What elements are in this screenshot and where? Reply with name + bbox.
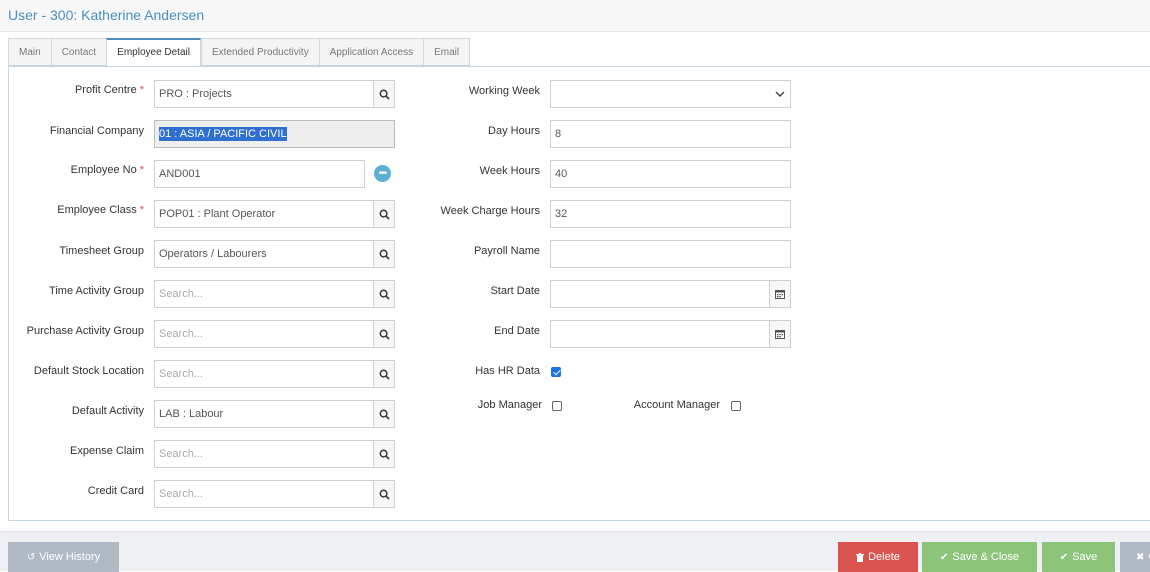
employee-class-field[interactable]: POP01 : Plant Operator	[154, 200, 395, 228]
week-hours-label: Week Hours	[479, 165, 540, 177]
timesheet-group-lookup-button[interactable]	[373, 241, 394, 267]
tab-extended-productivity[interactable]: Extended Productivity	[200, 38, 319, 66]
trash-icon	[856, 552, 865, 562]
timesheet-group-field[interactable]: Operators / Labourers	[154, 240, 395, 268]
tab-bar: Main Contact Employee Detail Extended Pr…	[8, 38, 471, 67]
job-manager-label: Job Manager	[477, 399, 542, 411]
checkmark-icon: ✔	[939, 551, 949, 563]
title-bar: User - 300: Katherine Andersen	[0, 0, 1150, 32]
default-stock-location-label: Default Stock Location	[33, 365, 144, 377]
purchase-activity-group-label: Purchase Activity Group	[26, 325, 144, 337]
expense-claim-label: Expense Claim	[70, 445, 144, 457]
working-week-label: Working Week	[468, 85, 540, 97]
end-date-label: End Date	[494, 325, 540, 337]
week-hours-field[interactable]: 40	[550, 160, 791, 188]
save-and-close-button[interactable]: ✔ Save & Close	[922, 542, 1037, 572]
search-icon	[379, 369, 390, 380]
default-stock-location-lookup-button[interactable]	[373, 361, 394, 387]
tab-main[interactable]: Main	[8, 38, 51, 66]
history-icon: ↺	[26, 551, 36, 563]
chevron-down-icon	[775, 91, 785, 98]
tab-application-access[interactable]: Application Access	[318, 38, 424, 66]
tab-employee-detail[interactable]: Employee Detail	[106, 38, 201, 67]
checkmark-icon: ✔	[1059, 551, 1069, 563]
time-activity-group-label: Time Activity Group	[49, 285, 144, 297]
time-activity-group-field[interactable]: Search...	[154, 280, 395, 308]
delete-button[interactable]: Delete	[838, 542, 918, 572]
start-date-label: Start Date	[490, 285, 540, 297]
purchase-activity-group-lookup-button[interactable]	[373, 321, 394, 347]
start-date-field[interactable]	[550, 280, 791, 308]
search-icon	[379, 89, 390, 100]
default-activity-field[interactable]: LAB : Labour	[154, 400, 395, 428]
credit-card-lookup-button[interactable]	[373, 481, 394, 507]
week-charge-hours-label: Week Charge Hours	[440, 205, 540, 217]
default-activity-lookup-button[interactable]	[373, 401, 394, 427]
footer-toolbar: ↺ View History Delete ✔ Save & Close ✔ S…	[0, 531, 1150, 572]
expense-claim-lookup-button[interactable]	[373, 441, 394, 467]
financial-company-label: Financial Company	[49, 125, 144, 137]
end-date-picker-button[interactable]	[769, 321, 790, 347]
start-date-picker-button[interactable]	[769, 281, 790, 307]
has-hr-data-checkbox[interactable]	[551, 367, 561, 377]
day-hours-label: Day Hours	[488, 125, 540, 137]
search-icon	[379, 409, 390, 420]
search-icon	[379, 249, 390, 260]
close-button[interactable]: ✖ C	[1120, 542, 1150, 572]
view-history-button[interactable]: ↺ View History	[8, 542, 119, 572]
close-icon: ✖	[1136, 551, 1145, 563]
calendar-icon	[775, 330, 785, 339]
expense-claim-field[interactable]: Search...	[154, 440, 395, 468]
window-title: User - 300: Katherine Andersen	[8, 7, 205, 23]
account-manager-checkbox[interactable]	[731, 401, 741, 411]
account-manager-label: Account Manager	[633, 399, 720, 411]
payroll-name-field[interactable]	[550, 240, 791, 268]
credit-card-field[interactable]: Search...	[154, 480, 395, 508]
profit-centre-label: Profit Centre *	[74, 84, 144, 96]
search-icon	[379, 209, 390, 220]
search-icon	[379, 329, 390, 340]
employee-no-more-button[interactable]: •••	[374, 165, 391, 182]
save-button[interactable]: ✔ Save	[1042, 542, 1115, 572]
tab-contact[interactable]: Contact	[50, 38, 107, 66]
job-manager-checkbox[interactable]	[552, 401, 562, 411]
profit-centre-field[interactable]: PRO : Projects	[154, 80, 395, 108]
day-hours-field[interactable]: 8	[550, 120, 791, 148]
profit-centre-lookup-button[interactable]	[373, 81, 394, 107]
week-charge-hours-field[interactable]: 32	[550, 200, 791, 228]
has-hr-data-label: Has HR Data	[475, 365, 540, 377]
ellipsis-icon: •••	[378, 167, 387, 179]
working-week-select[interactable]	[550, 80, 791, 108]
default-stock-location-field[interactable]: Search...	[154, 360, 395, 388]
financial-company-field[interactable]: 01 : ASIA / PACIFIC CIVIL	[154, 120, 395, 148]
search-icon	[379, 489, 390, 500]
timesheet-group-label: Timesheet Group	[59, 245, 144, 257]
employee-class-label: Employee Class *	[57, 204, 144, 216]
credit-card-label: Credit Card	[87, 485, 144, 497]
tab-email[interactable]: Email	[423, 38, 471, 66]
end-date-field[interactable]	[550, 320, 791, 348]
employee-class-lookup-button[interactable]	[373, 201, 394, 227]
purchase-activity-group-field[interactable]: Search...	[154, 320, 395, 348]
employee-no-field[interactable]: AND001	[154, 160, 365, 188]
employee-no-label: Employee No *	[70, 164, 144, 176]
time-activity-group-lookup-button[interactable]	[373, 281, 394, 307]
payroll-name-label: Payroll Name	[473, 245, 540, 257]
default-activity-label: Default Activity	[71, 405, 144, 417]
calendar-icon	[775, 290, 785, 299]
search-icon	[379, 289, 390, 300]
search-icon	[379, 449, 390, 460]
